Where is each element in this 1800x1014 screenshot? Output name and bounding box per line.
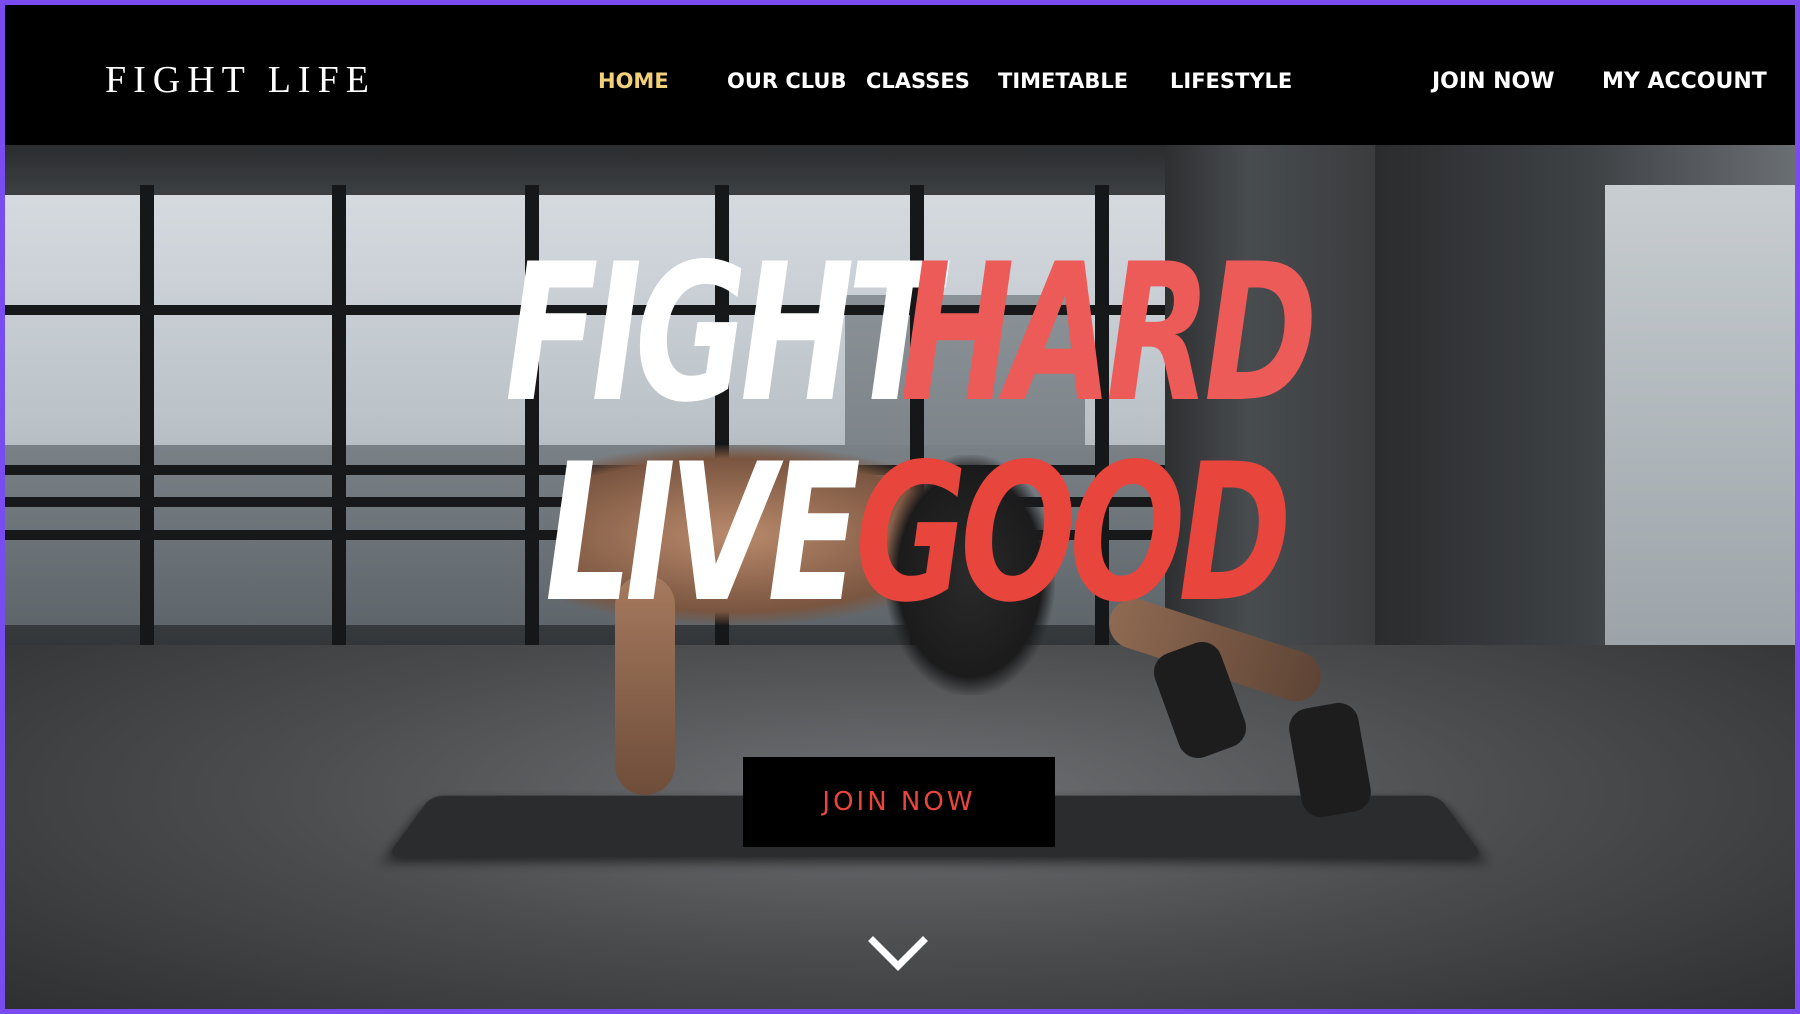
my-account-nav-link[interactable]: MY ACCOUNT	[1602, 71, 1767, 93]
page-frame: FIGHT LIFE HOME OUR CLUB CLASSES TIMETAB…	[0, 0, 1800, 1014]
chevron-down-icon[interactable]	[867, 935, 929, 975]
nav-item-our-club[interactable]: OUR CLUB	[727, 71, 847, 92]
nav-item-home[interactable]: HOME	[598, 71, 669, 92]
nav-item-classes[interactable]: CLASSES	[866, 71, 970, 92]
join-now-nav-link[interactable]: JOIN NOW	[1432, 71, 1555, 93]
nav-item-timetable[interactable]: TIMETABLE	[998, 71, 1128, 92]
hero-headline: FIGHT HARD LIVE GOOD	[5, 145, 1795, 1009]
headline-word-fight: FIGHT	[505, 223, 941, 444]
nav-item-lifestyle[interactable]: LIFESTYLE	[1170, 71, 1292, 92]
brand-logo[interactable]: FIGHT LIFE	[105, 61, 376, 99]
chevron-down-icon-stroke	[868, 936, 928, 971]
headline-word-hard: HARD	[900, 223, 1318, 444]
headline-word-live: LIVE	[545, 423, 861, 644]
top-navigation-bar: FIGHT LIFE HOME OUR CLUB CLASSES TIMETAB…	[5, 5, 1795, 145]
hero-section: FIGHT HARD LIVE GOOD JOIN NOW	[5, 145, 1795, 1009]
join-now-button[interactable]: JOIN NOW	[743, 757, 1055, 847]
headline-word-good: GOOD	[855, 423, 1292, 644]
